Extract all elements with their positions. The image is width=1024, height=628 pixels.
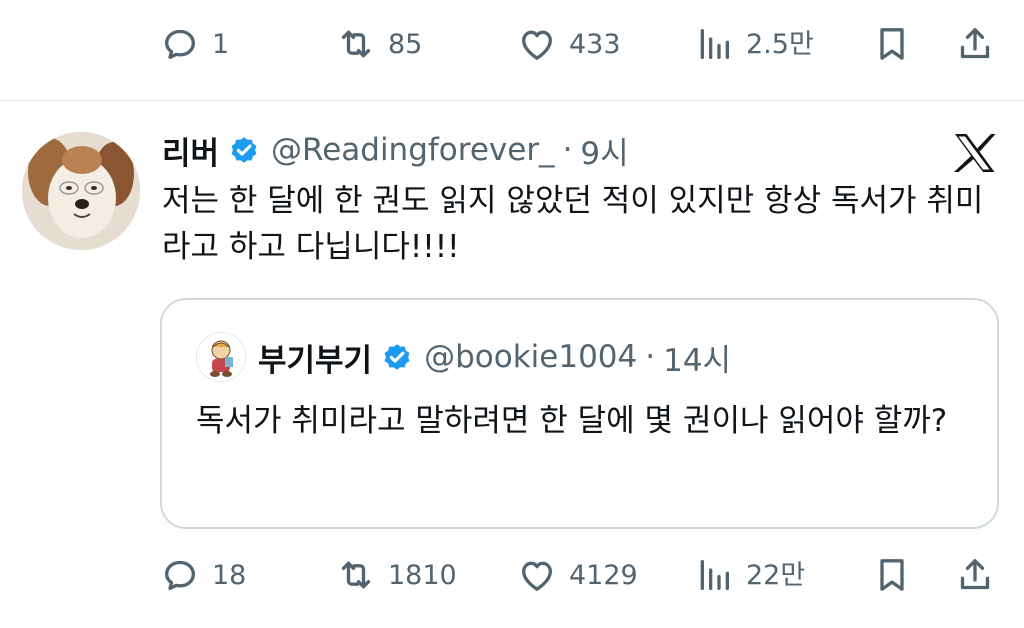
like-icon <box>522 561 552 591</box>
share-icon <box>960 559 990 590</box>
reply-count: 1 <box>212 28 230 60</box>
separator-dot: · <box>645 339 656 375</box>
x-logo-icon <box>954 134 996 172</box>
tweet-action-bar: 18 1810 4129 22만 <box>0 545 1024 605</box>
like-count: 4129 <box>569 559 638 591</box>
share-icon <box>960 28 990 59</box>
reply-icon <box>165 29 195 59</box>
quote-time[interactable]: 14시 <box>663 335 731 380</box>
repost-button[interactable]: 85 <box>336 14 422 74</box>
bookmark-button[interactable] <box>872 14 912 74</box>
like-button[interactable]: 433 <box>517 14 621 74</box>
tweet-text: 저는 한 달에 한 권도 읽지 않았던 적이 있지만 항상 독서가 취미라고 하… <box>162 183 984 265</box>
quote-text: 독서가 취미라고 말하려면 한 달에 몇 권이나 읽어야 할까? <box>196 403 948 439</box>
repost-button[interactable]: 1810 <box>336 545 457 605</box>
quote-author-handle[interactable]: @bookie1004 <box>424 339 637 375</box>
reply-button[interactable]: 18 <box>160 545 246 605</box>
tweet-header: 리버 @Readingforever_ · 9시 <box>162 126 629 174</box>
quote-tweet-card[interactable]: 부기부기 @bookie1004 · 14시 독서가 취미라고 말하려면 한 달… <box>160 298 999 529</box>
bookmark-icon <box>880 28 904 60</box>
views-button[interactable]: 2.5만 <box>694 14 814 74</box>
reply-count: 18 <box>212 559 247 591</box>
like-icon <box>522 30 552 60</box>
quote-header: 부기부기 @bookie1004 · 14시 <box>258 332 731 382</box>
share-button[interactable] <box>955 14 995 74</box>
reply-button[interactable]: 1 <box>160 14 229 74</box>
views-button[interactable]: 22만 <box>694 545 805 605</box>
verified-badge-icon <box>231 137 257 163</box>
share-button[interactable] <box>955 545 995 605</box>
author-handle[interactable]: @Readingforever_ <box>271 132 555 168</box>
views-count: 2.5만 <box>746 28 814 60</box>
author-name[interactable]: 리버 <box>162 128 219 173</box>
bookmark-icon <box>880 559 904 591</box>
author-avatar[interactable] <box>22 132 140 250</box>
separator-dot: · <box>562 132 573 168</box>
tweet-time[interactable]: 9시 <box>580 128 628 173</box>
like-count: 433 <box>569 28 621 60</box>
repost-count: 85 <box>388 28 423 60</box>
views-icon <box>700 560 729 590</box>
repost-icon <box>341 30 371 58</box>
tweet-divider <box>0 100 1024 101</box>
views-count: 22만 <box>746 559 806 591</box>
repost-icon <box>341 561 371 589</box>
quote-author-avatar[interactable] <box>196 332 246 382</box>
bookmark-button[interactable] <box>872 545 912 605</box>
repost-count: 1810 <box>388 559 457 591</box>
like-button[interactable]: 4129 <box>517 545 638 605</box>
top-action-bar: 1 85 433 2.5만 <box>0 14 1024 74</box>
verified-badge-icon <box>384 344 410 370</box>
quote-author-name[interactable]: 부기부기 <box>258 335 372 380</box>
reply-icon <box>165 560 195 590</box>
views-icon <box>700 29 729 59</box>
